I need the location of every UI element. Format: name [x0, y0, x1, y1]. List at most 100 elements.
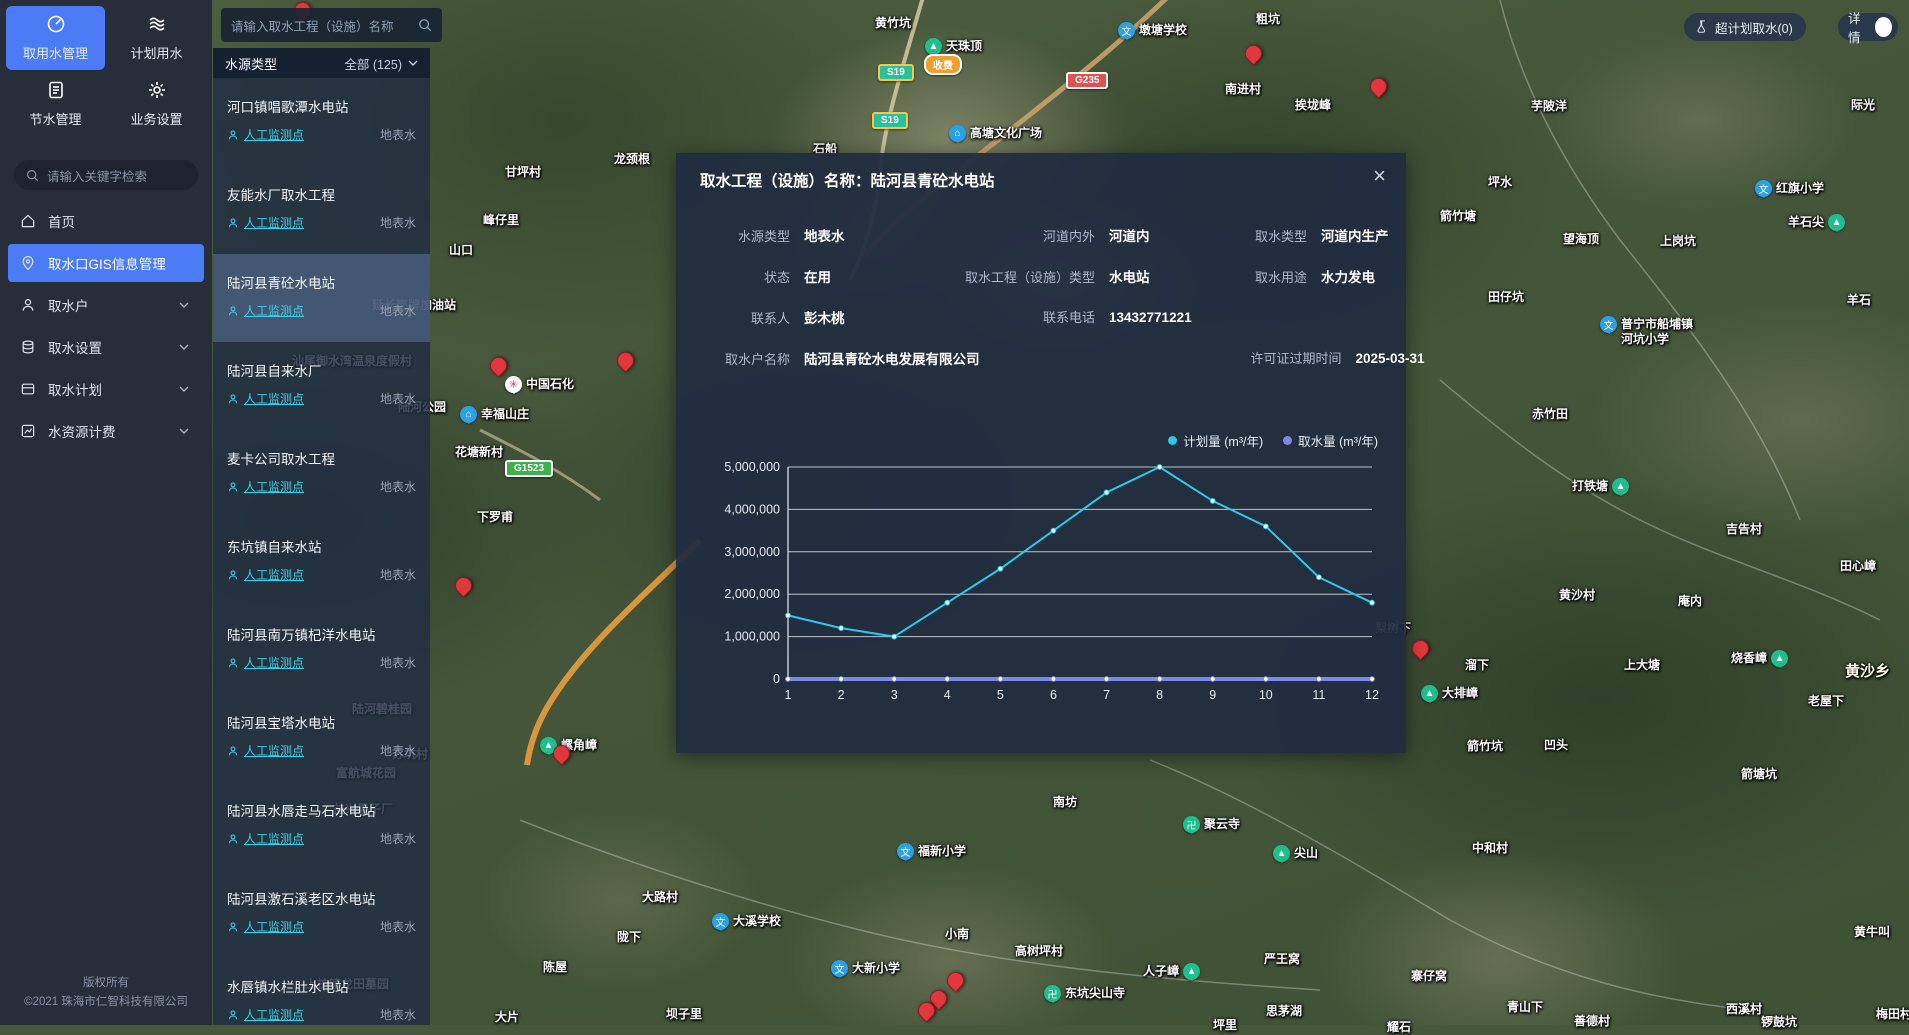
mountain-marker-icon: ▲: [1828, 214, 1845, 231]
poi-label: 幸福山庄: [481, 407, 529, 422]
module-water-intake-mgmt[interactable]: 取用水管理: [6, 6, 105, 70]
sidebar-item-label: 取水户: [48, 295, 164, 315]
station-name: 陆河县青砼水电站: [227, 254, 416, 292]
monitor-type[interactable]: 人工监测点: [244, 126, 304, 143]
monitor-type[interactable]: 人工监测点: [244, 654, 304, 671]
close-icon[interactable]: ×: [1373, 165, 1386, 187]
detail-field: 取水用途水力发电: [1195, 266, 1382, 286]
sidebar-item-5[interactable]: 水资源计费: [8, 412, 204, 450]
svg-text:3: 3: [891, 688, 898, 702]
module-planned-water-use[interactable]: 计划用水: [107, 6, 206, 70]
monitor-type[interactable]: 人工监测点: [244, 566, 304, 583]
app-sidebar: 取用水管理计划用水节水管理业务设置 请输入关键字检索 首页取水口GIS信息管理取…: [0, 0, 212, 1025]
map-poi-school[interactable]: 文大新小学: [831, 960, 900, 977]
field-label: 河道内外: [945, 226, 1095, 245]
station-list-item[interactable]: 陆河县自来水厂人工监测点地表水: [213, 342, 430, 430]
station-list-item[interactable]: 陆河县南万镇杞洋水电站人工监测点地表水: [213, 606, 430, 694]
map-place-label: 陇下: [617, 928, 641, 945]
monitor-type[interactable]: 人工监测点: [244, 918, 304, 935]
sidebar-item-1[interactable]: 取水口GIS信息管理: [8, 244, 204, 282]
map-poi-temple[interactable]: 卍聚云寺: [1183, 816, 1240, 833]
field-value: 水电站: [1109, 266, 1150, 286]
water-source-type: 地表水: [380, 390, 416, 407]
poi-label: 尖山: [1294, 846, 1318, 861]
map-poi-peak[interactable]: ▲天珠顶: [925, 38, 982, 55]
poi-label: 大溪学校: [733, 914, 781, 929]
detail-field-empty: [980, 348, 1230, 368]
map-poi-school[interactable]: 文红旗小学: [1755, 180, 1824, 197]
map-place-label: 田心嶂: [1840, 557, 1876, 574]
station-list-item[interactable]: 水唇镇水栏肚水电站人工监测点地表水: [213, 958, 430, 1025]
map-place-label: 花塘新村: [455, 443, 503, 460]
map-poi-peak[interactable]: ▲大排嶂: [1421, 685, 1478, 702]
school-marker-icon: ⌂: [949, 125, 966, 142]
station-name: 陆河县水唇走马石水电站: [227, 782, 416, 820]
module-label: 业务设置: [130, 109, 182, 128]
toggle-knob[interactable]: [1875, 17, 1892, 37]
station-list-item[interactable]: 麦卡公司取水工程人工监测点地表水: [213, 430, 430, 518]
monitor-type[interactable]: 人工监测点: [244, 302, 304, 319]
keyword-search-input[interactable]: 请输入关键字检索: [14, 160, 198, 190]
station-list-item[interactable]: 陆河县激石溪老区水电站人工监测点地表水: [213, 870, 430, 958]
legend-item[interactable]: 计划量 (m³/年): [1168, 431, 1263, 450]
station-list-item[interactable]: 友能水厂取水工程人工监测点地表水: [213, 166, 430, 254]
legend-label: 计划量 (m³/年): [1183, 431, 1263, 450]
map-poi-gas-station[interactable]: ✳中国石化: [505, 376, 574, 393]
monitor-type[interactable]: 人工监测点: [244, 830, 304, 847]
map-place-label: 箭竹坑: [1467, 737, 1503, 754]
monitor-type[interactable]: 人工监测点: [244, 1006, 304, 1023]
over-plan-intake-button[interactable]: 超计划取水(0): [1684, 13, 1806, 41]
sidebar-item-label: 取水计划: [48, 379, 164, 399]
poi-label: 大新小学: [852, 961, 900, 976]
map-poi-peak[interactable]: 人子嶂▲: [1143, 963, 1200, 980]
water-source-type: 地表水: [380, 478, 416, 495]
sidebar-item-4[interactable]: 取水计划: [8, 370, 204, 408]
station-list-item[interactable]: 陆河县青砼水电站人工监测点地表水: [213, 254, 430, 342]
map-place-label: 小南: [945, 925, 969, 942]
map-poi-school[interactable]: 文墩塘学校: [1118, 22, 1187, 39]
sidebar-item-0[interactable]: 首页: [8, 202, 204, 240]
module-business-settings[interactable]: 业务设置: [107, 72, 206, 136]
sidebar-item-2[interactable]: 取水户: [8, 286, 204, 324]
legend-item[interactable]: 取水量 (m³/年): [1283, 431, 1378, 450]
map-place-label: 山口: [449, 241, 473, 258]
map-place-label: 吉告村: [1726, 520, 1762, 537]
map-poi-school[interactable]: 文普宁市船埔镇河坑小学: [1600, 316, 1693, 347]
station-list-item[interactable]: 东坑镇自来水站人工监测点地表水: [213, 518, 430, 606]
school-marker-icon: 文: [831, 960, 848, 977]
map-poi-peak[interactable]: 羊石尖▲: [1788, 214, 1845, 231]
module-water-saving-mgmt[interactable]: 节水管理: [6, 72, 105, 136]
map-poi-peak[interactable]: 打铁塘▲: [1572, 478, 1629, 495]
station-list-item[interactable]: 陆河县宝塔水电站人工监测点地表水: [213, 694, 430, 782]
monitor-type[interactable]: 人工监测点: [244, 214, 304, 231]
monitor-type[interactable]: 人工监测点: [244, 390, 304, 407]
station-list-item[interactable]: 陆河县水唇走马石水电站人工监测点地表水: [213, 782, 430, 870]
sidebar-item-3[interactable]: 取水设置: [8, 328, 204, 366]
map-place-label: 南坊: [1053, 793, 1077, 810]
person-icon: [227, 481, 239, 493]
map-poi-peak[interactable]: 烧香嶂▲: [1731, 650, 1788, 667]
map-poi-school[interactable]: 文大溪学校: [712, 913, 781, 930]
chevron-down-icon: [176, 428, 192, 434]
monitor-type[interactable]: 人工监测点: [244, 478, 304, 495]
map-poi-peak[interactable]: ▲尖山: [1273, 845, 1318, 862]
map-poi-place[interactable]: ⌂高塘文化广场: [949, 125, 1042, 142]
station-search-input[interactable]: 请输入取水工程（设施）名称: [221, 8, 442, 42]
module-label: 取用水管理: [23, 43, 88, 62]
water-source-type: 地表水: [380, 1006, 416, 1023]
map-poi-temple[interactable]: 卍东坑尖山寺: [1044, 985, 1125, 1002]
monitor-type[interactable]: 人工监测点: [244, 742, 304, 759]
water-source-type: 地表水: [380, 566, 416, 583]
svg-text:7: 7: [1103, 688, 1110, 702]
chevron-down-icon: [408, 60, 418, 66]
search-icon[interactable]: [418, 18, 432, 32]
map-poi-place[interactable]: ⌂幸福山庄: [460, 406, 529, 423]
map-poi-school[interactable]: 文福新小学: [897, 843, 966, 860]
detail-toggle[interactable]: 详情: [1838, 13, 1898, 41]
map-place-label: 挨垅峰: [1295, 96, 1331, 113]
water-source-filter[interactable]: 水源类型 全部 (125): [213, 48, 430, 78]
map-place-label: 赤竹田: [1532, 405, 1568, 422]
station-detail-modal: 取水工程（设施）名称：陆河县青砼水电站 × 水源类型地表水河道内外河道内取水类型…: [676, 153, 1406, 753]
station-list-item[interactable]: 河口镇唱歌潭水电站人工监测点地表水: [213, 78, 430, 166]
person-icon: [227, 921, 239, 933]
